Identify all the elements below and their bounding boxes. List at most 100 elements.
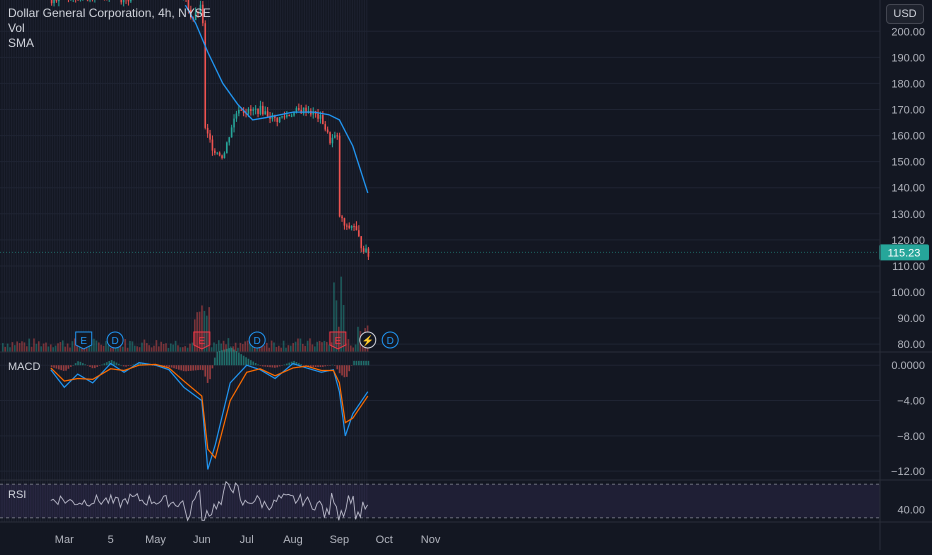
macd-histogram-bar <box>360 361 362 365</box>
time-tick-label: Nov <box>421 534 441 546</box>
macd-histogram-bar <box>70 365 72 367</box>
volume-bar <box>124 339 126 352</box>
volume-bar <box>290 346 292 352</box>
rsi-tick-label: 40.00 <box>897 504 925 516</box>
candle-body <box>336 135 338 136</box>
volume-bar <box>57 343 59 352</box>
macd-histogram-bar <box>63 365 65 371</box>
candle-body <box>120 0 122 2</box>
macd-histogram-bar <box>272 365 274 367</box>
last-price-label: 115.23 <box>888 247 921 259</box>
macd-histogram-bar <box>363 361 365 365</box>
macd-histogram-bar <box>358 361 360 365</box>
volume-bar <box>160 342 162 352</box>
volume-bar <box>14 345 16 352</box>
candle-body <box>322 115 324 124</box>
volume-bar <box>110 348 112 352</box>
volume-bar <box>309 338 311 352</box>
macd-histogram-bar <box>281 365 283 366</box>
macd-histogram-bar <box>286 364 288 366</box>
candle-body <box>267 111 269 116</box>
chart-svg[interactable]: 200.00190.00180.00170.00160.00150.00140.… <box>0 0 932 550</box>
macd-histogram-bar <box>231 348 233 365</box>
macd-histogram-bar <box>204 365 206 376</box>
price-tick-label: 80.00 <box>897 339 925 351</box>
rsi-label: RSI <box>8 489 26 501</box>
candle-body <box>250 109 252 111</box>
volume-bar <box>26 346 28 352</box>
candle-body <box>255 109 257 110</box>
price-tick-label: 170.00 <box>891 105 925 117</box>
macd-histogram-bar <box>267 365 269 367</box>
volume-bar <box>16 341 18 352</box>
volume-bar <box>141 343 143 352</box>
volume-bar <box>156 340 158 352</box>
volume-bar <box>357 327 359 352</box>
macd-tick-label: −4.00 <box>897 396 925 408</box>
candle-body <box>264 111 266 114</box>
macd-histogram-bar <box>68 365 70 369</box>
macd-histogram-bar <box>238 353 240 366</box>
macd-histogram-bar <box>322 365 324 367</box>
volume-bar <box>244 341 246 352</box>
macd-histogram-bar <box>65 365 67 370</box>
volume-bar <box>165 343 167 352</box>
volume-bar <box>103 346 105 352</box>
price-tick-label: 160.00 <box>891 131 925 143</box>
macd-histogram-bar <box>51 365 53 367</box>
macd-histogram-bar <box>77 361 79 365</box>
volume-bar <box>62 340 64 352</box>
chart-area[interactable]: 200.00190.00180.00170.00160.00150.00140.… <box>0 0 932 550</box>
dividend-marker-label: D <box>254 336 261 347</box>
macd-histogram-bar <box>58 365 60 369</box>
macd-histogram-bar <box>125 365 127 366</box>
volume-bar <box>132 341 134 352</box>
volume-bar <box>96 341 98 352</box>
candle-body <box>226 142 228 153</box>
candle-body <box>252 109 254 111</box>
candle-body <box>346 226 348 227</box>
macd-histogram-bar <box>176 365 178 369</box>
candle-body <box>365 248 367 252</box>
candle-body <box>58 0 60 1</box>
volume-bar <box>242 344 244 352</box>
candle-body <box>228 137 230 142</box>
macd-histogram-bar <box>60 365 62 370</box>
candle-body <box>320 115 322 119</box>
volume-bar <box>24 342 26 352</box>
volume-bar <box>136 346 138 352</box>
volume-bar <box>283 341 285 352</box>
macd-histogram-bar <box>317 365 319 367</box>
volume-bar <box>352 347 354 352</box>
candle-body <box>236 113 238 118</box>
volume-bar <box>93 339 95 352</box>
volume-bar <box>180 347 182 352</box>
price-tick-label: 190.00 <box>891 52 925 64</box>
volume-bar <box>297 339 299 352</box>
volume-bar <box>292 343 294 352</box>
macd-tick-label: −12.00 <box>891 466 925 478</box>
time-tick-label: Mar <box>55 534 74 546</box>
volume-bar <box>316 342 318 352</box>
candle-body <box>339 136 341 217</box>
candle-body <box>344 218 346 225</box>
macd-histogram-bar <box>279 365 281 366</box>
macd-histogram-bar <box>101 365 103 366</box>
volume-bar <box>144 340 146 352</box>
volume-bar <box>168 348 170 352</box>
volume-bar <box>105 341 107 352</box>
currency-button[interactable]: USD <box>886 4 924 24</box>
volume-bar <box>158 346 160 352</box>
volume-bar <box>307 341 309 352</box>
candle-body <box>351 226 353 228</box>
earnings-marker-label: E <box>335 336 342 347</box>
macd-histogram-bar <box>236 351 238 365</box>
volume-bar <box>9 347 11 352</box>
candle-body <box>240 110 242 111</box>
macd-histogram-bar <box>329 365 331 366</box>
volume-bar <box>177 345 179 352</box>
volume-bar <box>134 346 136 352</box>
event-marker-label: ⚡ <box>362 334 374 347</box>
macd-histogram-bar <box>89 365 91 367</box>
volume-bar <box>184 346 186 352</box>
